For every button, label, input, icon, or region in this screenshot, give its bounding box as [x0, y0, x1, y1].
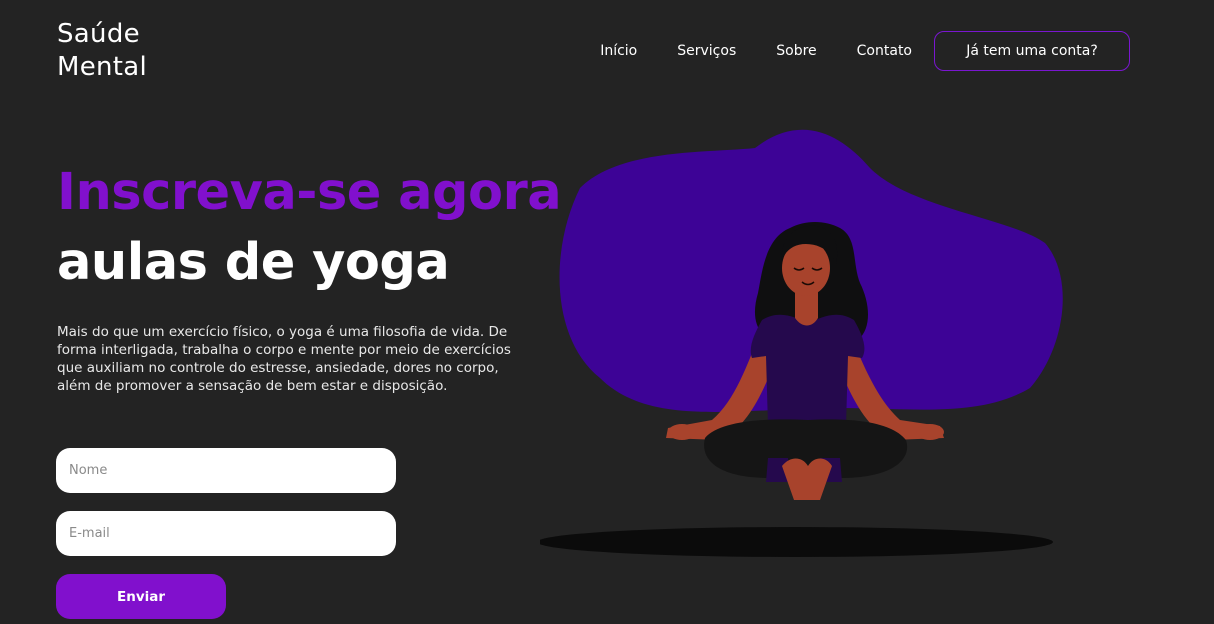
nav-link-contato[interactable]: Contato [857, 43, 912, 59]
hero-section: Inscreva-se agora aulas de yoga Mais do … [57, 162, 562, 395]
nav-link-servicos[interactable]: Serviços [677, 43, 736, 59]
yoga-illustration [537, 128, 1070, 568]
brand-line-1: Saúde [57, 19, 140, 49]
nav-link-sobre[interactable]: Sobre [776, 43, 816, 59]
floor-shadow [537, 527, 1053, 557]
left-hand [668, 424, 696, 440]
brand-line-2: Mental [57, 52, 148, 82]
meditating-woman-icon [537, 129, 1063, 557]
right-hand [916, 424, 944, 440]
account-login-button[interactable]: Já tem uma conta? [934, 31, 1130, 71]
hero-description: Mais do que um exercício físico, o yoga … [57, 324, 511, 394]
brand-logo[interactable]: Saúde Mental [57, 18, 147, 84]
torso-shirt [750, 314, 865, 426]
hero-subheadline: aulas de yoga [57, 233, 450, 292]
center-hands [782, 458, 832, 500]
nav-link-inicio[interactable]: Início [600, 43, 637, 59]
email-field[interactable] [56, 511, 396, 556]
submit-button[interactable]: Enviar [56, 574, 226, 619]
signup-form: Enviar [56, 448, 396, 619]
hero-headline: Inscreva-se agora [57, 163, 562, 222]
name-field[interactable] [56, 448, 396, 493]
main-nav: Início Serviços Sobre Contato Já tem uma… [600, 31, 1130, 71]
